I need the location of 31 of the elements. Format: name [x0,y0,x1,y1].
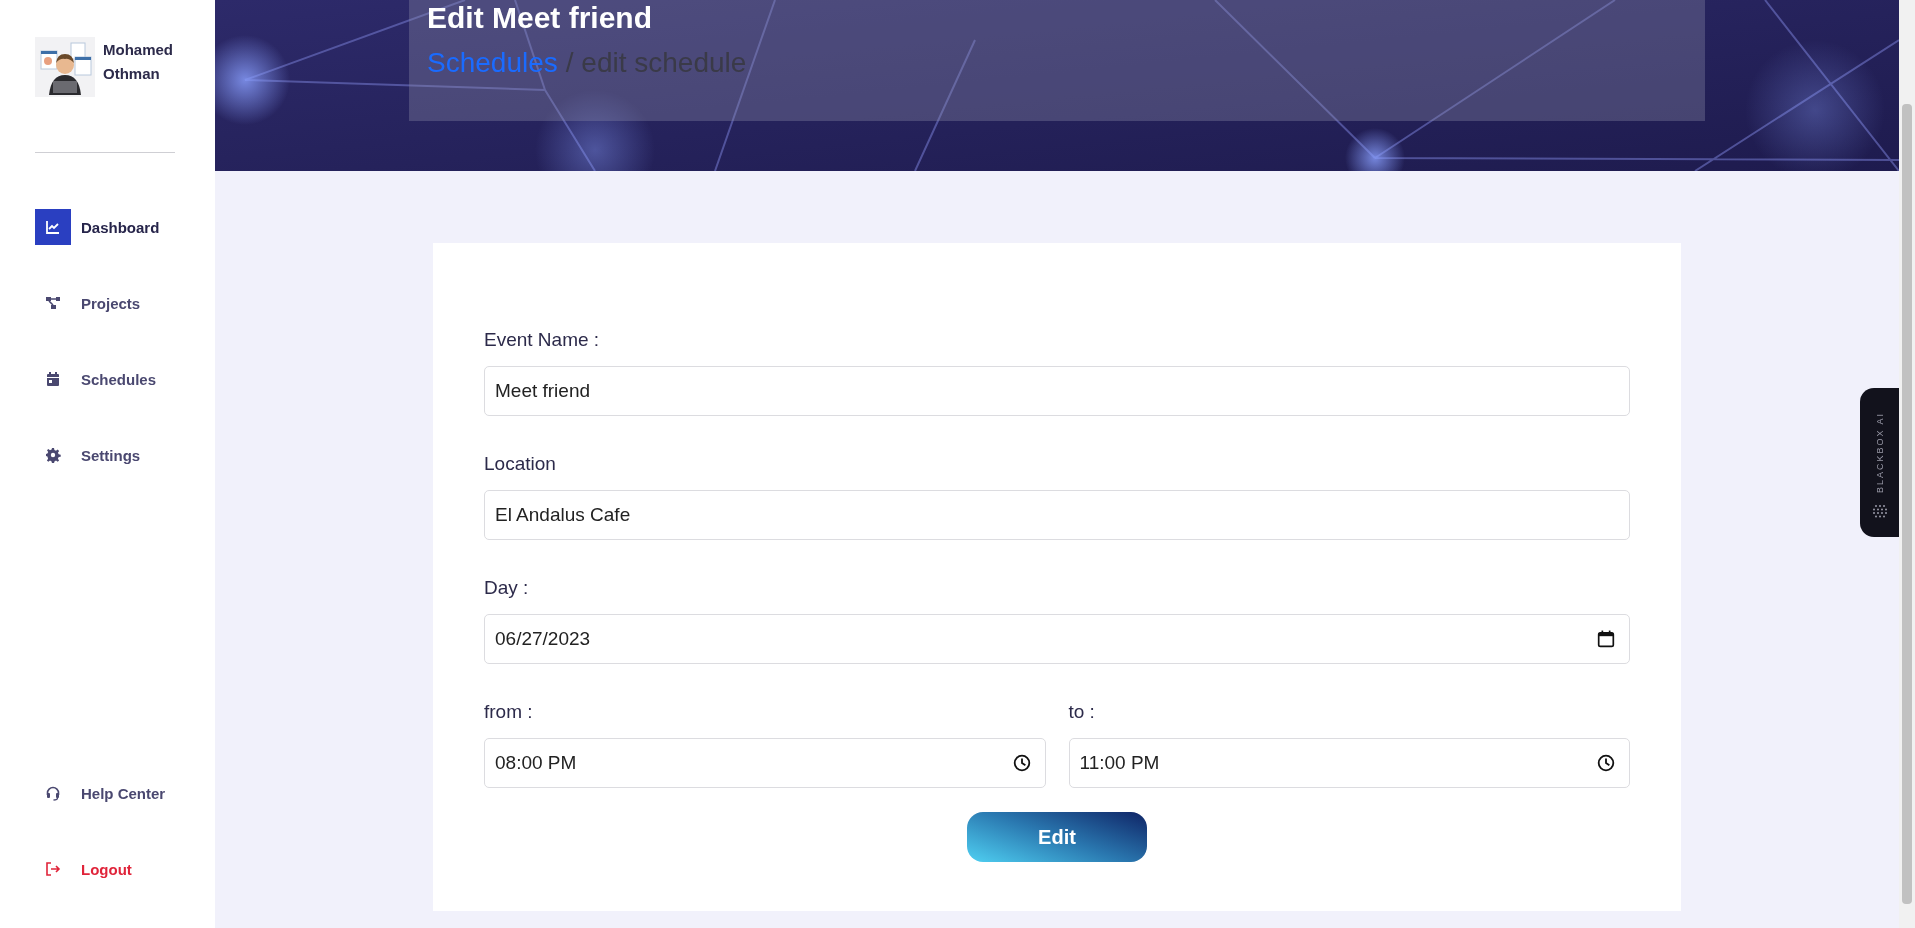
field-label: Event Name : [484,328,601,352]
nav-item[interactable]: Dashboard [35,209,215,245]
clock-icon[interactable] [1597,754,1615,772]
ai-widget-tab[interactable]: BLACKBOX AI [1860,388,1899,537]
input-field[interactable]: 06/27/2023 [484,614,1630,664]
field-label: Day : [484,576,530,600]
field-label: to : [1068,700,1096,724]
nav-item[interactable]: Projects [35,285,215,321]
logout-icon [45,861,61,877]
settings-icon [45,447,61,463]
page-title: Edit Meet friend [427,0,653,36]
nav-item[interactable]: Settings [35,437,215,473]
input-field[interactable]: 11:00 PM [1068,738,1630,788]
nav-item[interactable]: Help Center [35,775,215,811]
input-field[interactable]: Meet friend [484,366,1630,416]
nav-item[interactable]: Logout [35,851,215,887]
scrollbar[interactable] [1899,0,1915,928]
chart-icon [45,219,61,235]
calendar-icon[interactable] [1597,630,1615,648]
clock-icon[interactable] [1012,754,1031,772]
nodes-icon [45,295,61,311]
input-field[interactable]: 08:00 PM [484,738,1046,788]
user-name: Mohamed Othman [103,40,174,84]
calendar-icon [45,371,61,387]
nav-item[interactable]: Schedules [35,361,215,397]
field-label: from : [484,700,534,724]
headset-icon [45,785,61,801]
edit-button[interactable]: Edit [967,812,1147,862]
field-label: Location [484,452,557,476]
input-field[interactable]: El Andalus Cafe [484,490,1630,540]
dots-icon [1871,503,1888,519]
